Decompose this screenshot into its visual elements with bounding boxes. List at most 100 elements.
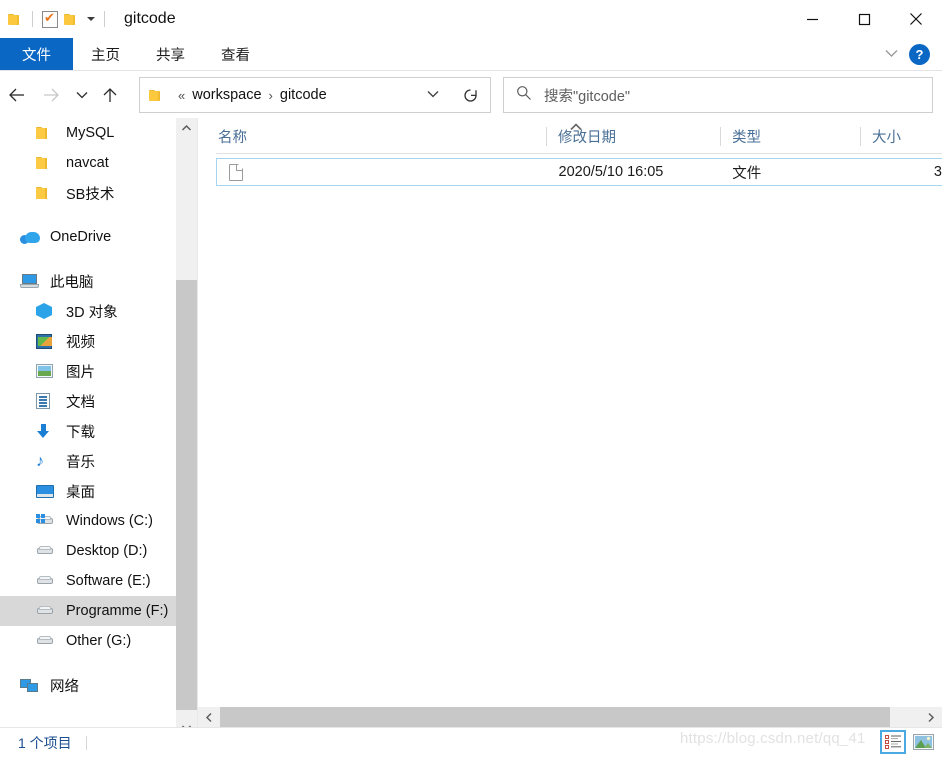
drive-icon	[36, 572, 58, 590]
details-view-button[interactable]	[880, 730, 906, 754]
sidebar-item-videos[interactable]: 视频	[0, 326, 176, 356]
column-header-size[interactable]: 大小	[860, 118, 942, 154]
sidebar-item-music[interactable]: ♪ 音乐	[0, 446, 176, 476]
breadcrumb-gitcode[interactable]: gitcode	[280, 87, 327, 103]
sidebar-item-desktop[interactable]: 桌面	[0, 476, 176, 506]
sidebar-item-sbjishu[interactable]: SB技术	[0, 178, 176, 208]
sidebar-item-programme-f[interactable]: Programme (F:)	[0, 596, 176, 626]
pictures-icon	[36, 362, 58, 380]
chevron-up-icon[interactable]	[176, 118, 197, 138]
folder-icon	[36, 154, 58, 172]
column-header-type[interactable]: 类型	[720, 118, 860, 154]
column-label: 类型	[732, 129, 761, 146]
view-mode-buttons	[880, 730, 936, 754]
breadcrumb-separator: ›	[268, 87, 273, 103]
sidebar-item-label: Programme (F:)	[66, 603, 169, 619]
table-row[interactable]: 2020/5/10 16:05 文件 3	[216, 158, 942, 186]
window-controls	[786, 0, 942, 38]
qat-dropdown-icon[interactable]	[87, 17, 95, 21]
sidebar-item-label: navcat	[66, 155, 109, 171]
help-button[interactable]: ?	[909, 43, 930, 65]
videos-icon	[36, 332, 58, 350]
up-button[interactable]	[96, 71, 124, 118]
sidebar-item-label: MySQL	[66, 125, 115, 141]
sidebar-item-documents[interactable]: 文档	[0, 386, 176, 416]
sidebar-item-software-e[interactable]: Software (E:)	[0, 566, 176, 596]
sidebar-item-label: 网络	[50, 678, 79, 695]
sidebar-item-windows-c[interactable]: Windows (C:)	[0, 506, 176, 536]
refresh-button[interactable]	[450, 77, 491, 113]
search-input[interactable]: 搜索"gitcode"	[544, 85, 630, 106]
sidebar-item-label: Other (G:)	[66, 633, 132, 649]
window-title: gitcode	[124, 10, 176, 27]
sidebar-item-network[interactable]: 网络	[0, 670, 176, 700]
quick-access-toolbar: gitcode	[0, 0, 176, 38]
qat-divider-2	[104, 11, 105, 27]
maximize-button[interactable]	[838, 0, 890, 38]
chevron-down-icon[interactable]	[426, 86, 440, 104]
minimize-button[interactable]	[786, 0, 838, 38]
address-bar[interactable]: « workspace › gitcode	[139, 77, 452, 113]
breadcrumb-overflow[interactable]: «	[178, 88, 185, 103]
sidebar-item-desktop-d[interactable]: Desktop (D:)	[0, 536, 176, 566]
cell-size: 3	[933, 164, 942, 180]
sidebar-item-navcat[interactable]: navcat	[0, 148, 176, 178]
downloads-icon	[36, 422, 58, 440]
chevron-left-icon[interactable]	[198, 707, 220, 727]
scrollbar-thumb[interactable]	[220, 707, 890, 727]
navigation-pane: MySQL navcat SB技术 OneDrive 此电脑 3D 对象 视频	[0, 118, 176, 714]
sidebar-item-downloads[interactable]: 下载	[0, 416, 176, 446]
sidebar-item-label: OneDrive	[50, 229, 112, 245]
folder-icon[interactable]	[8, 13, 23, 26]
search-icon	[516, 85, 532, 106]
tab-home[interactable]: 主页	[73, 38, 138, 70]
tab-share[interactable]: 共享	[138, 38, 203, 70]
onedrive-icon	[20, 228, 42, 246]
breadcrumb-workspace[interactable]: workspace	[192, 87, 261, 103]
chevron-right-icon[interactable]	[920, 707, 942, 727]
back-button[interactable]	[0, 71, 34, 118]
sidebar-item-other-g[interactable]: Other (G:)	[0, 626, 176, 656]
recent-locations-button[interactable]	[68, 71, 96, 118]
sidebar-item-pictures[interactable]: 图片	[0, 356, 176, 386]
sort-ascending-icon	[569, 123, 583, 134]
music-icon: ♪	[36, 452, 44, 470]
csdn-watermark: https://blog.csdn.net/qq_41	[680, 730, 866, 747]
desktop-icon	[36, 482, 58, 500]
title-bar: gitcode	[0, 0, 942, 38]
documents-icon	[36, 392, 58, 410]
tab-view[interactable]: 查看	[203, 38, 268, 70]
file-list-horizontal-scrollbar[interactable]	[198, 707, 942, 727]
item-count-label: 1 个项目	[18, 735, 72, 751]
sidebar-item-label: 音乐	[66, 454, 95, 471]
sidebar-item-mysql[interactable]: MySQL	[0, 118, 176, 148]
column-headers: 名称 修改日期 类型 大小	[198, 118, 942, 154]
sidebar-item-this-pc[interactable]: 此电脑	[0, 266, 176, 296]
close-button[interactable]	[890, 0, 942, 38]
chevron-down-icon[interactable]	[884, 45, 899, 63]
sidebar-item-onedrive[interactable]: OneDrive	[0, 222, 176, 252]
large-icons-view-button[interactable]	[910, 730, 936, 754]
column-label: 大小	[872, 129, 901, 146]
properties-icon[interactable]	[42, 10, 58, 28]
ribbon-tabs: 文件 主页 共享 查看	[0, 38, 942, 70]
network-icon	[20, 676, 42, 694]
tab-file[interactable]: 文件	[0, 38, 73, 70]
search-box[interactable]: 搜索"gitcode"	[503, 77, 933, 113]
3d-objects-icon	[36, 302, 58, 320]
column-header-name[interactable]: 名称	[198, 118, 546, 154]
forward-button[interactable]	[34, 71, 68, 118]
sidebar-item-label: 文档	[66, 394, 95, 411]
drive-icon	[36, 632, 58, 650]
sidebar-item-label: 下载	[66, 424, 95, 441]
this-pc-icon	[20, 272, 42, 290]
scrollbar-thumb[interactable]	[176, 280, 197, 710]
new-folder-icon[interactable]	[64, 13, 79, 26]
sidebar-item-label: Software (E:)	[66, 573, 151, 589]
cell-date-modified: 2020/5/10 16:05	[558, 164, 664, 180]
sidebar-item-3d-objects[interactable]: 3D 对象	[0, 296, 176, 326]
sidebar-scrollbar[interactable]	[176, 118, 197, 738]
qat-divider	[32, 11, 33, 27]
sidebar-item-label: Desktop (D:)	[66, 543, 148, 559]
